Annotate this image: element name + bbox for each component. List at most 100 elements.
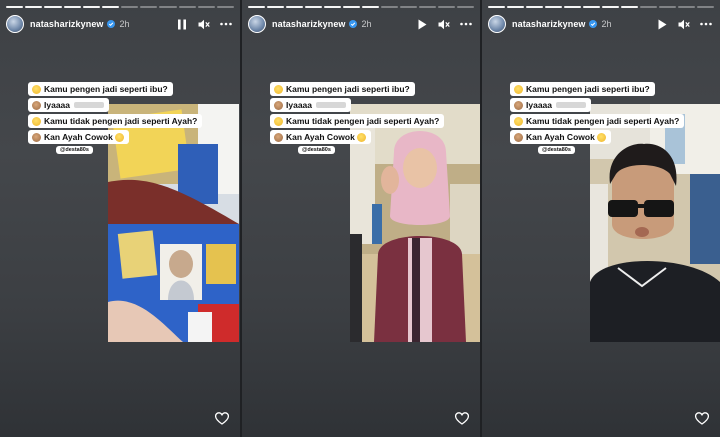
caption-line: Kamu pengen jadi seperti ibu? xyxy=(510,82,655,96)
mute-button[interactable] xyxy=(438,18,450,30)
progress-segment xyxy=(362,6,379,8)
progress-segment xyxy=(178,6,196,8)
username[interactable]: natasharizkynew xyxy=(30,19,104,29)
creator-handle: @desta80s xyxy=(538,146,575,154)
caption-text: Kamu tidak pengen jadi seperti Ayah? xyxy=(526,116,680,126)
progress-segment xyxy=(267,6,284,8)
progress-segment xyxy=(381,6,398,8)
more-options-button[interactable] xyxy=(220,18,232,30)
blurred-text xyxy=(316,102,346,108)
monkey-emoji-icon xyxy=(274,100,283,110)
heart-icon[interactable] xyxy=(455,412,469,425)
grinning-emoji-icon xyxy=(596,132,606,142)
verified-badge-icon xyxy=(588,20,597,28)
story-progress-bar xyxy=(6,6,235,8)
story-captions: Kamu pengen jadi seperti ibu? Iyaaaa Kamu … xyxy=(28,82,203,144)
muted-speaker-icon xyxy=(438,19,450,29)
caption-line: Kan Ayah Cowok xyxy=(270,130,371,144)
username[interactable]: natasharizkynew xyxy=(512,19,586,29)
post-time: 2h xyxy=(119,19,130,29)
progress-segment xyxy=(216,6,235,8)
post-time: 2h xyxy=(361,19,372,29)
verified-badge-icon xyxy=(348,20,357,28)
progress-segment xyxy=(6,6,24,8)
story-header: natasharizkynew 2h xyxy=(488,14,712,34)
monkey-emoji-icon xyxy=(514,100,523,110)
progress-segment xyxy=(101,6,120,8)
avatar[interactable] xyxy=(6,15,24,33)
progress-segment xyxy=(305,6,322,8)
caption-line: Kamu pengen jadi seperti ibu? xyxy=(28,82,173,96)
face-emoji-icon xyxy=(32,116,41,126)
progress-segment xyxy=(488,6,505,8)
caption-text: Kamu pengen jadi seperti ibu? xyxy=(286,84,410,94)
more-options-icon xyxy=(700,22,712,26)
progress-segment xyxy=(457,6,474,8)
heart-icon[interactable] xyxy=(695,412,709,425)
monkey-emoji-icon xyxy=(514,132,523,142)
story-panel-2[interactable]: natasharizkynew 2h Kamu pengen jadi sepe… xyxy=(242,0,480,437)
heart-icon[interactable] xyxy=(215,412,229,425)
grinning-emoji-icon xyxy=(114,132,124,142)
creator-handle: @desta80s xyxy=(298,146,335,154)
more-options-button[interactable] xyxy=(700,18,712,30)
story-header: natasharizkynew 2h xyxy=(6,14,232,34)
progress-segment xyxy=(602,6,619,8)
caption-line: Iyaaaa xyxy=(510,98,591,112)
progress-segment xyxy=(286,6,303,8)
play-icon xyxy=(658,19,667,29)
progress-segment xyxy=(564,6,581,8)
progress-segment xyxy=(697,6,714,8)
pause-button[interactable] xyxy=(176,18,188,30)
caption-text: Kan Ayah Cowok xyxy=(526,132,595,142)
caption-text: Iyaaaa xyxy=(526,100,552,110)
progress-segment xyxy=(343,6,360,8)
progress-segment xyxy=(25,6,43,8)
progress-segment xyxy=(678,6,695,8)
progress-segment xyxy=(621,6,638,8)
play-button[interactable] xyxy=(656,18,668,30)
story-header: natasharizkynew 2h xyxy=(248,14,472,34)
story-progress-bar xyxy=(248,6,474,8)
face-emoji-icon xyxy=(274,116,283,126)
caption-line: Kamu pengen jadi seperti ibu? xyxy=(270,82,415,96)
monkey-emoji-icon xyxy=(274,132,283,142)
story-captions: Kamu pengen jadi seperti ibu? Iyaaaa Kamu … xyxy=(270,82,445,144)
more-options-button[interactable] xyxy=(460,18,472,30)
username[interactable]: natasharizkynew xyxy=(272,19,346,29)
caption-line: Kan Ayah Cowok xyxy=(510,130,611,144)
caption-text: Kamu tidak pengen jadi seperti Ayah? xyxy=(44,116,198,126)
face-emoji-icon xyxy=(514,116,523,126)
avatar[interactable] xyxy=(248,15,266,33)
progress-segment xyxy=(419,6,436,8)
mute-button[interactable] xyxy=(678,18,690,30)
face-emoji-icon xyxy=(274,84,283,94)
progress-segment xyxy=(82,6,100,8)
post-time: 2h xyxy=(601,19,612,29)
story-panel-3[interactable]: natasharizkynew 2h Kamu pengen jadi sepe… xyxy=(482,0,720,437)
progress-segment xyxy=(583,6,600,8)
progress-segment xyxy=(438,6,455,8)
caption-line: Kamu tidak pengen jadi seperti Ayah? xyxy=(28,114,203,128)
play-button[interactable] xyxy=(416,18,428,30)
story-panel-1[interactable]: natasharizkynew 2h Kamu pengen jadi sepe… xyxy=(0,0,240,437)
caption-text: Kan Ayah Cowok xyxy=(286,132,355,142)
progress-segment xyxy=(659,6,676,8)
caption-line: Iyaaaa xyxy=(270,98,351,112)
pause-icon xyxy=(178,19,186,29)
progress-segment xyxy=(140,6,158,8)
face-emoji-icon xyxy=(514,84,523,94)
creator-handle: @desta80s xyxy=(56,146,93,154)
caption-text: Kamu pengen jadi seperti ibu? xyxy=(526,84,650,94)
progress-segment xyxy=(545,6,562,8)
mute-button[interactable] xyxy=(198,18,210,30)
caption-text: Iyaaaa xyxy=(286,100,312,110)
more-options-icon xyxy=(460,22,472,26)
caption-text: Kamu pengen jadi seperti ibu? xyxy=(44,84,168,94)
face-emoji-icon xyxy=(32,84,41,94)
monkey-emoji-icon xyxy=(32,132,41,142)
avatar[interactable] xyxy=(488,15,506,33)
caption-line: Kan Ayah Cowok xyxy=(28,130,129,144)
caption-text: Iyaaaa xyxy=(44,100,70,110)
progress-segment xyxy=(507,6,524,8)
